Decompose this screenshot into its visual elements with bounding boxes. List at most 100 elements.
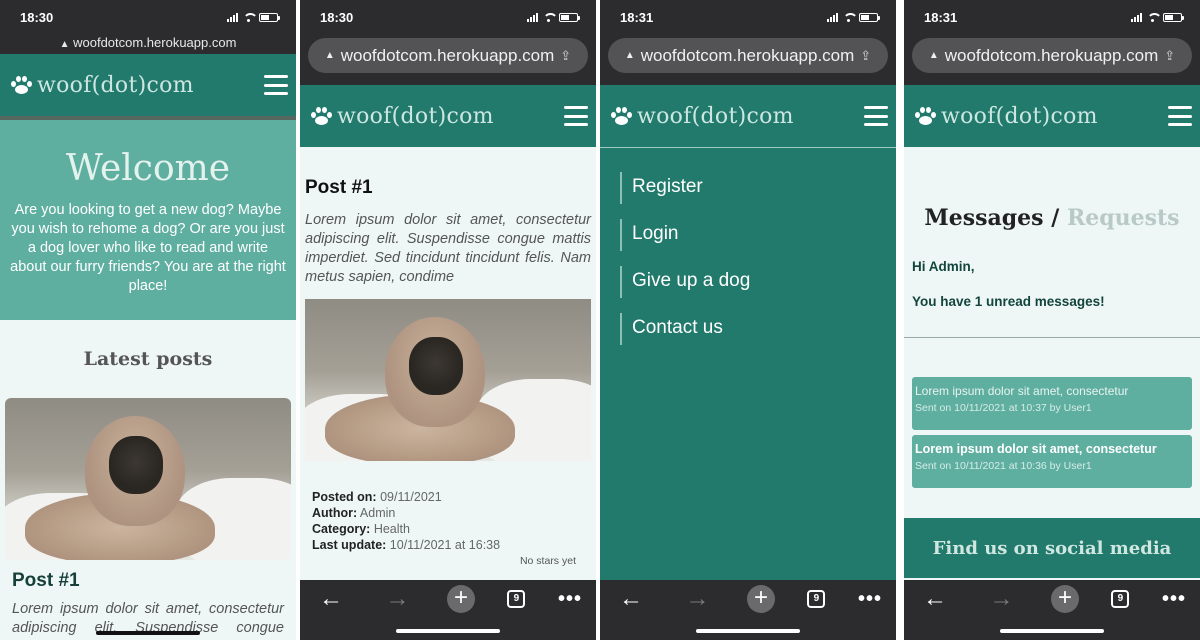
site-header: woof(dot)com [300, 85, 596, 147]
hamburger-menu-icon[interactable] [1168, 106, 1192, 126]
share-icon[interactable]: ⇪ [560, 48, 571, 64]
home-indicator [96, 631, 200, 635]
new-tab-icon[interactable]: + [746, 585, 775, 613]
more-options-icon[interactable]: ••• [858, 588, 882, 611]
tab-requests[interactable]: Requests [1067, 205, 1180, 231]
url-bar[interactable]: ▲ woofdotcom.herokuapp.com ⇪ [912, 38, 1192, 73]
wifi-icon [243, 12, 258, 22]
phone-menu: 18:31 ▲ woofdotcom.herokuapp.com ⇪ woof(… [600, 0, 896, 640]
posted-on-value: 09/11/2021 [380, 490, 442, 504]
paw-icon [10, 75, 32, 95]
tab-count-icon[interactable]: 9 [1111, 590, 1130, 608]
hamburger-menu-icon[interactable] [264, 75, 288, 95]
paw-icon [610, 106, 632, 126]
browser-toolbar: ← → + 9 ••• [600, 580, 896, 640]
home-indicator [396, 629, 500, 633]
tab-count-icon[interactable]: 9 [807, 590, 826, 608]
post-meta: Posted on: 09/11/2021 Author: Admin Cate… [312, 490, 501, 552]
lock-icon: ▲ [324, 50, 335, 61]
signal-icon [827, 12, 838, 22]
url-text: woofdotcom.herokuapp.com [640, 45, 855, 65]
logo-text: woof(dot)com [637, 103, 794, 129]
site-logo[interactable]: woof(dot)com [610, 104, 794, 129]
paw-icon [310, 106, 332, 126]
home-indicator [696, 629, 800, 633]
post-body: Lorem ipsum dolor sit amet, consectetur … [305, 212, 591, 285]
browser-toolbar: ← → + 9 ••• [300, 580, 596, 640]
greeting: Hi Admin, [912, 259, 975, 274]
battery-icon [859, 12, 880, 22]
lock-icon: ▲ [928, 50, 939, 61]
wifi-icon [1147, 12, 1162, 22]
signal-icon [527, 12, 538, 22]
forward-arrow-icon[interactable]: → [380, 585, 414, 613]
menu-item-give-up-a-dog[interactable]: Give up a dog [620, 266, 896, 298]
url-text: woofdotcom.herokuapp.com [73, 35, 237, 50]
menu-item-login[interactable]: Login [620, 219, 896, 251]
logo-text: woof(dot)com [337, 103, 494, 129]
site-logo[interactable]: woof(dot)com [310, 104, 494, 129]
phone-messages: 18:31 ▲ woofdotcom.herokuapp.com ⇪ woof(… [904, 0, 1200, 640]
url-text: woofdotcom.herokuapp.com [944, 45, 1159, 65]
message-item-unread[interactable]: Lorem ipsum dolor sit amet, consectetur … [912, 435, 1192, 488]
logo-text: woof(dot)com [37, 72, 194, 98]
forward-arrow-icon[interactable]: → [680, 585, 714, 613]
back-arrow-icon[interactable]: ← [918, 585, 952, 613]
new-tab-icon[interactable]: + [446, 585, 475, 613]
post-title: Post #1 [305, 177, 373, 198]
message-sent-info: Sent on 10/11/2021 at 10:37 by User1 [915, 402, 1092, 414]
url-bar[interactable]: ▲ woofdotcom.herokuapp.com ⇪ [608, 38, 888, 73]
message-item[interactable]: Lorem ipsum dolor sit amet, consectetur … [912, 377, 1192, 430]
tab-messages[interactable]: Messages [924, 205, 1043, 231]
hero-text: Are you looking to get a new dog? Maybe … [10, 202, 286, 294]
menu-item-contact-us[interactable]: Contact us [620, 313, 896, 345]
share-icon[interactable]: ⇪ [1164, 48, 1175, 64]
category-value: Health [373, 522, 410, 536]
post-image [305, 299, 591, 461]
status-time: 18:31 [620, 9, 654, 25]
latest-posts-heading: Latest posts [83, 348, 213, 370]
site-header: woof(dot)com [904, 85, 1200, 147]
post-image[interactable] [5, 398, 291, 560]
hamburger-menu-icon[interactable] [864, 106, 888, 126]
unread-count: You have 1 unread messages! [912, 294, 1105, 309]
status-bar: 18:31 [600, 0, 896, 34]
post-title[interactable]: Post #1 [12, 570, 284, 592]
stars-rating: No stars yet [519, 555, 576, 567]
more-options-icon[interactable]: ••• [558, 588, 582, 611]
status-time: 18:31 [924, 9, 958, 25]
phone-post: 18:30 ▲ woofdotcom.herokuapp.com ⇪ woof(… [300, 0, 596, 640]
share-icon[interactable]: ⇪ [860, 48, 871, 64]
wifi-icon [543, 12, 558, 22]
more-options-icon[interactable]: ••• [1162, 588, 1186, 611]
forward-arrow-icon[interactable]: → [984, 585, 1018, 613]
nav-menu: Register Login Give up a dog Contact us [600, 147, 896, 581]
tab-count-icon[interactable]: 9 [507, 590, 526, 608]
lock-icon: ▲ [59, 39, 70, 50]
url-bar[interactable]: ▲ woofdotcom.herokuapp.com [0, 34, 296, 54]
welcome-heading: Welcome [65, 148, 231, 189]
back-arrow-icon[interactable]: ← [314, 585, 348, 613]
hero-section: Welcome Are you looking to get a new dog… [0, 116, 296, 320]
browser-toolbar: ← → + 9 ••• [904, 580, 1200, 640]
back-arrow-icon[interactable]: ← [614, 585, 648, 613]
battery-icon [1163, 12, 1184, 22]
hamburger-menu-icon[interactable] [564, 106, 588, 126]
messages-heading: Messages / Requests [904, 205, 1200, 231]
footer-social-heading: Find us on social media [932, 538, 1172, 559]
message-sent-info: Sent on 10/11/2021 at 10:36 by User1 [915, 460, 1092, 472]
lock-icon: ▲ [624, 50, 635, 61]
last-update-value: 10/11/2021 at 16:38 [389, 538, 501, 552]
url-bar[interactable]: ▲ woofdotcom.herokuapp.com ⇪ [308, 38, 588, 73]
message-title: Lorem ipsum dolor sit amet, consectetur [915, 384, 1129, 398]
site-logo[interactable]: woof(dot)com [10, 73, 194, 98]
menu-item-register[interactable]: Register [620, 172, 896, 204]
status-time: 18:30 [20, 9, 54, 25]
status-bar: 18:31 [904, 0, 1200, 34]
phone-home: 18:30 ▲ woofdotcom.herokuapp.com woof(do… [0, 0, 296, 640]
logo-text: woof(dot)com [941, 103, 1098, 129]
new-tab-icon[interactable]: + [1050, 585, 1079, 613]
battery-icon [559, 12, 580, 22]
battery-icon [259, 12, 280, 22]
site-logo[interactable]: woof(dot)com [914, 104, 1098, 129]
